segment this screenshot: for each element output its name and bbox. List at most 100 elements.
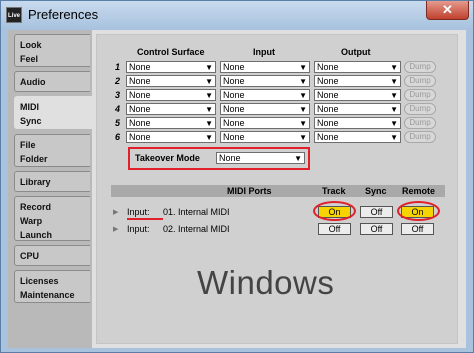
output-select[interactable]: None ▼ xyxy=(314,61,401,73)
select-value: None xyxy=(317,132,339,142)
control-surface-select[interactable]: None ▼ xyxy=(126,61,216,73)
tab-midi-sync[interactable]: MIDI Sync xyxy=(14,96,96,129)
dump-button[interactable]: Dump xyxy=(404,75,436,87)
tab-look-feel[interactable]: Look Feel xyxy=(14,34,90,67)
control-surface-select[interactable]: None ▼ xyxy=(126,75,216,87)
select-value: None xyxy=(223,62,245,72)
row-number: 2 xyxy=(115,76,121,86)
output-select[interactable]: None ▼ xyxy=(314,131,401,143)
control-surface-header: Control Surface xyxy=(137,47,205,57)
select-value: None xyxy=(129,62,151,72)
midi-ports-column-header: MIDI Ports xyxy=(227,186,272,196)
sync-toggle[interactable]: Off xyxy=(360,223,393,235)
dropdown-arrow-icon: ▼ xyxy=(205,77,213,86)
select-value: None xyxy=(223,118,245,128)
output-select[interactable]: None ▼ xyxy=(314,89,401,101)
input-header: Input xyxy=(253,47,275,57)
dropdown-arrow-icon: ▼ xyxy=(390,133,398,142)
dump-button[interactable]: Dump xyxy=(404,131,436,143)
dropdown-arrow-icon: ▼ xyxy=(299,63,307,72)
dropdown-arrow-icon: ▼ xyxy=(390,77,398,86)
output-select[interactable]: None ▼ xyxy=(314,103,401,115)
sync-column-header: Sync xyxy=(365,186,387,196)
row-number: 3 xyxy=(115,90,121,100)
select-value: None xyxy=(317,90,339,100)
row-number: 5 xyxy=(115,118,121,128)
input-select[interactable]: None ▼ xyxy=(220,75,310,87)
row-number: 6 xyxy=(115,132,121,142)
close-button[interactable]: ✕ xyxy=(426,1,469,20)
row-number: 4 xyxy=(115,104,121,114)
tab-audio[interactable]: Audio xyxy=(14,71,90,92)
title-bar[interactable]: Live Preferences ✕ xyxy=(1,1,473,29)
dump-button[interactable]: Dump xyxy=(404,89,436,101)
select-value: None xyxy=(129,90,151,100)
dropdown-arrow-icon: ▼ xyxy=(390,105,398,114)
live-app-icon: Live xyxy=(6,7,22,23)
control-surface-select[interactable]: None ▼ xyxy=(126,117,216,129)
tab-record-warp-launch[interactable]: Record Warp Launch xyxy=(14,196,90,241)
control-surface-select[interactable]: None ▼ xyxy=(126,103,216,115)
preferences-window: Live Preferences ✕ Look Feel Audio MIDI … xyxy=(0,0,474,353)
input-select[interactable]: None ▼ xyxy=(220,131,310,143)
select-value: None xyxy=(223,104,245,114)
select-value: None xyxy=(317,118,339,128)
dropdown-arrow-icon: ▼ xyxy=(299,105,307,114)
input-select[interactable]: None ▼ xyxy=(220,117,310,129)
midi-port-row: ▶ Input: 02. Internal MIDI Off Off Off xyxy=(111,223,445,237)
dropdown-arrow-icon: ▼ xyxy=(299,91,307,100)
tab-file-folder[interactable]: File Folder xyxy=(14,134,90,167)
dropdown-arrow-icon: ▼ xyxy=(390,91,398,100)
tab-licenses-maintenance[interactable]: Licenses Maintenance xyxy=(14,270,90,303)
takeover-mode-label: Takeover Mode xyxy=(135,153,200,163)
select-value: None xyxy=(129,118,151,128)
tab-cpu[interactable]: CPU xyxy=(14,245,90,266)
dropdown-arrow-icon: ▼ xyxy=(294,154,302,163)
track-toggle[interactable]: Off xyxy=(318,223,351,235)
input-select[interactable]: None ▼ xyxy=(220,61,310,73)
select-value: None xyxy=(223,90,245,100)
select-value: None xyxy=(223,76,245,86)
dump-button[interactable]: Dump xyxy=(404,117,436,129)
sync-toggle[interactable]: Off xyxy=(360,206,393,218)
control-surface-select[interactable]: None ▼ xyxy=(126,131,216,143)
select-value: None xyxy=(219,153,241,163)
dropdown-arrow-icon: ▼ xyxy=(390,119,398,128)
dropdown-arrow-icon: ▼ xyxy=(299,119,307,128)
track-on-annotation xyxy=(313,201,356,221)
dropdown-arrow-icon: ▼ xyxy=(390,63,398,72)
select-value: None xyxy=(317,104,339,114)
expand-arrow-icon[interactable]: ▶ xyxy=(113,208,118,216)
remote-toggle[interactable]: Off xyxy=(401,223,434,235)
select-value: None xyxy=(317,62,339,72)
expand-arrow-icon[interactable]: ▶ xyxy=(113,225,118,233)
select-value: None xyxy=(129,76,151,86)
select-value: None xyxy=(317,76,339,86)
window-title: Preferences xyxy=(28,7,99,22)
port-direction: Input: xyxy=(127,224,150,234)
remote-on-annotation xyxy=(397,201,440,221)
output-select[interactable]: None ▼ xyxy=(314,75,401,87)
port-name: 02. Internal MIDI xyxy=(163,224,230,234)
output-select[interactable]: None ▼ xyxy=(314,117,401,129)
select-value: None xyxy=(129,132,151,142)
port-direction: Input: xyxy=(127,207,150,217)
select-value: None xyxy=(223,132,245,142)
select-value: None xyxy=(129,104,151,114)
dropdown-arrow-icon: ▼ xyxy=(205,91,213,100)
input-underline-annotation xyxy=(127,218,163,220)
output-header: Output xyxy=(341,47,371,57)
track-column-header: Track xyxy=(322,186,346,196)
input-select[interactable]: None ▼ xyxy=(220,89,310,101)
tab-library[interactable]: Library xyxy=(14,171,90,192)
takeover-mode-select[interactable]: None ▼ xyxy=(216,152,305,164)
midi-ports-header: MIDI Ports Track Sync Remote xyxy=(111,185,445,197)
dropdown-arrow-icon: ▼ xyxy=(205,105,213,114)
input-select[interactable]: None ▼ xyxy=(220,103,310,115)
dropdown-arrow-icon: ▼ xyxy=(205,133,213,142)
dump-button[interactable]: Dump xyxy=(404,61,436,73)
control-surface-select[interactable]: None ▼ xyxy=(126,89,216,101)
dropdown-arrow-icon: ▼ xyxy=(299,77,307,86)
dump-button[interactable]: Dump xyxy=(404,103,436,115)
windows-watermark: Windows xyxy=(197,264,335,301)
